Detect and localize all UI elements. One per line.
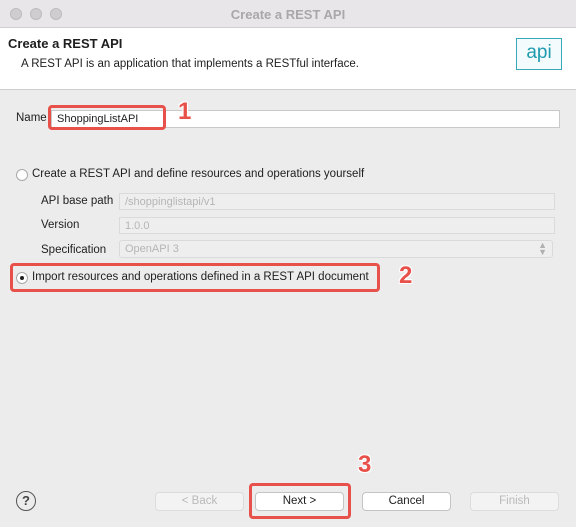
step-3-marker: 3: [358, 451, 372, 478]
wizard-description: A REST API is an application that implem…: [21, 58, 359, 70]
back-button[interactable]: < Back: [155, 492, 244, 511]
specification-select[interactable]: OpenAPI 3 ▲ ▼: [119, 240, 553, 258]
name-field-highlight: [48, 105, 166, 130]
step-2-marker: 2: [399, 262, 413, 289]
specification-value: OpenAPI 3: [125, 243, 179, 255]
cancel-button[interactable]: Cancel: [362, 492, 451, 511]
api-base-path-label: API base path: [41, 195, 114, 207]
wizard-title: Create a REST API: [8, 36, 123, 51]
version-field[interactable]: 1.0.0: [119, 217, 555, 234]
help-icon[interactable]: ?: [16, 491, 36, 511]
api-logo-icon: api: [516, 38, 562, 70]
window-title: Create a REST API: [230, 7, 346, 22]
chevron-updown-icon: ▲ ▼: [538, 240, 547, 257]
wizard-header: Create a REST API A REST API is an appli…: [0, 28, 576, 90]
define-yourself-radio[interactable]: [16, 169, 28, 181]
name-label: Name: [16, 112, 47, 124]
next-button-highlight: [249, 483, 351, 519]
import-option-highlight: [10, 263, 380, 292]
window-titlebar: Create a REST API: [0, 0, 576, 28]
api-base-path-field[interactable]: /shoppinglistapi/v1: [119, 193, 555, 210]
specification-label: Specification: [41, 244, 107, 256]
define-yourself-label[interactable]: Create a REST API and define resources a…: [32, 168, 364, 180]
version-label: Version: [41, 219, 80, 231]
finish-button[interactable]: Finish: [470, 492, 559, 511]
step-1-marker: 1: [178, 98, 192, 125]
